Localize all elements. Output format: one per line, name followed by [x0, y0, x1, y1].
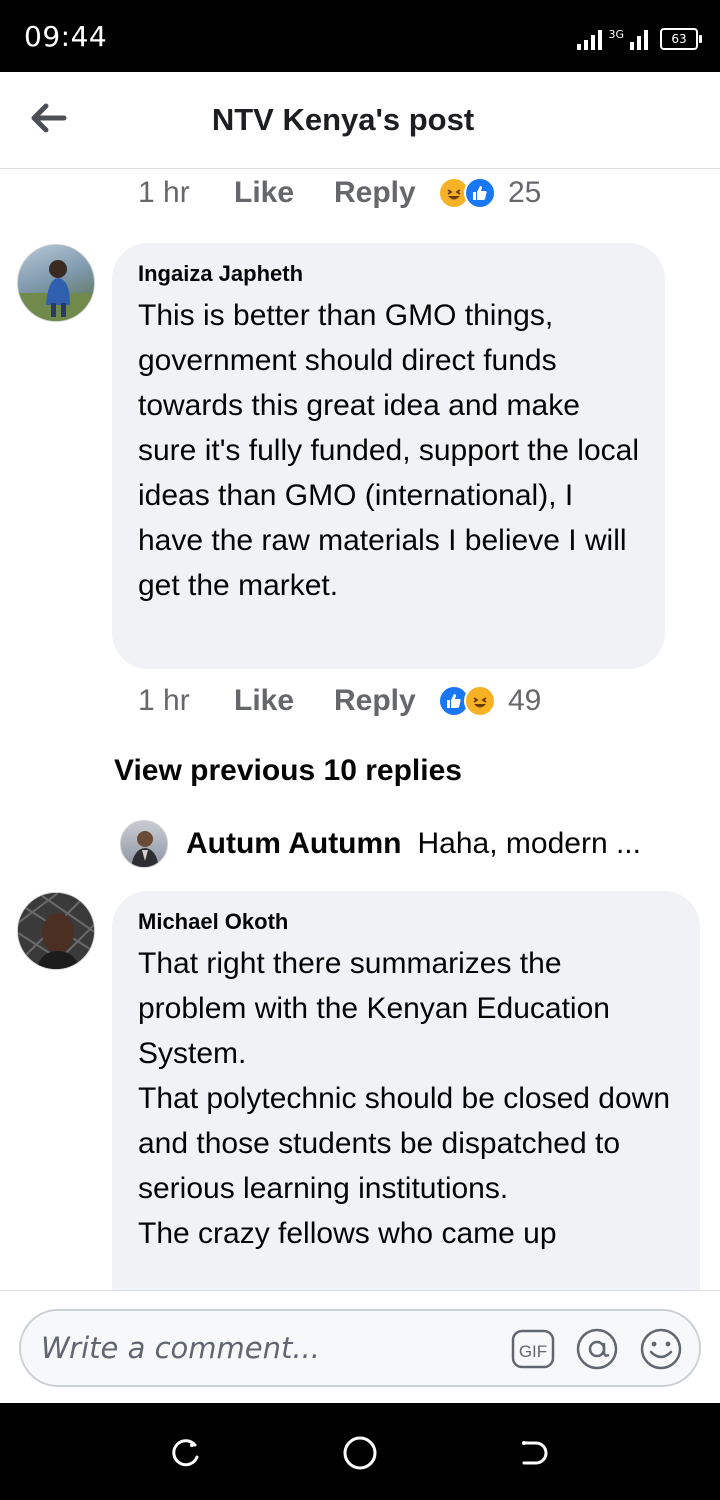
comment-bubble[interactable]: Ingaiza Japheth This is better than GMO … — [112, 243, 665, 669]
emoji-icon[interactable] — [639, 1327, 683, 1371]
comment-text: This is better than GMO things, governme… — [138, 299, 640, 602]
gif-icon[interactable]: GIF — [511, 1327, 555, 1371]
comment-author[interactable]: Ingaiza Japheth — [138, 261, 641, 287]
comment-meta-row: 1 hr Like Reply 25 — [138, 176, 541, 210]
like-reaction-icon — [464, 177, 496, 209]
reply-button[interactable]: Reply — [334, 684, 438, 718]
avatar[interactable] — [120, 820, 168, 868]
comment-bubble[interactable]: Michael Okoth That right there summarize… — [112, 891, 700, 1331]
back-nav-icon[interactable] — [516, 1433, 556, 1473]
avatar-image — [18, 260, 94, 321]
avatar[interactable] — [17, 244, 95, 322]
battery-icon: 63 — [660, 28, 702, 50]
reply-author[interactable]: Autum Autumn — [186, 827, 402, 861]
avatar-image — [18, 893, 94, 969]
comment-author[interactable]: Michael Okoth — [138, 909, 676, 935]
signal-icon — [577, 26, 603, 50]
reply-text: Haha, modern ... — [417, 827, 641, 860]
status-bar: 09:44 3G 63 — [0, 0, 720, 72]
status-icons: 3G 63 — [577, 20, 702, 50]
mention-icon[interactable] — [575, 1327, 619, 1371]
reply-button[interactable]: Reply — [334, 176, 438, 210]
reaction-count: 25 — [508, 176, 542, 209]
post-header: NTV Kenya's post — [0, 72, 720, 169]
home-icon[interactable] — [340, 1433, 380, 1473]
like-button[interactable]: Like — [234, 684, 334, 718]
status-time: 09:44 — [24, 20, 108, 53]
signal-icon-2 — [630, 26, 648, 50]
like-button[interactable]: Like — [234, 176, 334, 210]
reaction-count: 49 — [508, 684, 542, 717]
comment-composer: Write a comment... GIF — [0, 1290, 720, 1403]
comment-input[interactable]: Write a comment... GIF — [19, 1309, 701, 1387]
comment-time[interactable]: 1 hr — [138, 684, 234, 718]
page-title: NTV Kenya's post — [211, 102, 475, 137]
comment-text: That right there summarizes the problem … — [138, 947, 671, 1250]
comment-time[interactable]: 1 hr — [138, 176, 234, 210]
comment-meta-row: 1 hr Like Reply 49 — [138, 684, 541, 718]
gif-label: GIF — [519, 1342, 547, 1361]
haha-reaction-icon — [464, 685, 496, 717]
comment-placeholder: Write a comment... — [41, 1331, 320, 1365]
recent-apps-icon[interactable] — [165, 1433, 205, 1473]
reaction-summary[interactable] — [438, 685, 496, 717]
avatar[interactable] — [17, 892, 95, 970]
avatar-image — [131, 831, 159, 867]
network-type: 3G — [608, 28, 624, 41]
view-previous-replies-link[interactable]: View previous 10 replies — [114, 754, 462, 788]
reaction-summary[interactable] — [438, 177, 496, 209]
reply-preview[interactable]: Autum Autumn Haha, modern ... — [120, 820, 641, 868]
system-nav-bar — [0, 1403, 720, 1500]
